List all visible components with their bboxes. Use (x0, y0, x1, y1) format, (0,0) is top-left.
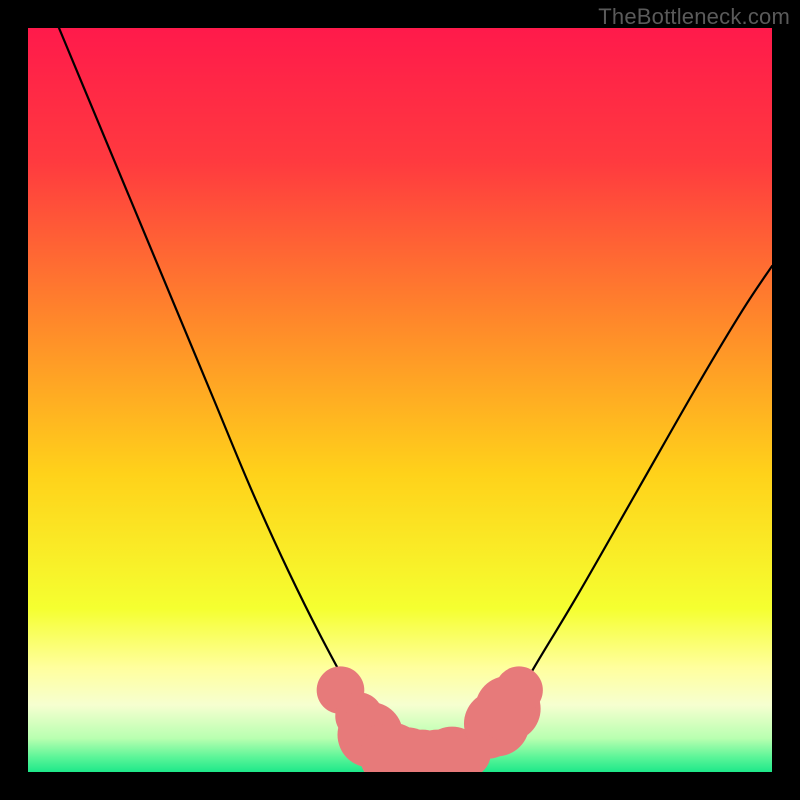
data-marker (495, 666, 543, 714)
gradient-background (28, 28, 772, 772)
chart-frame: TheBottleneck.com (0, 0, 800, 800)
attribution-label: TheBottleneck.com (598, 4, 790, 30)
bottleneck-chart (28, 28, 772, 772)
